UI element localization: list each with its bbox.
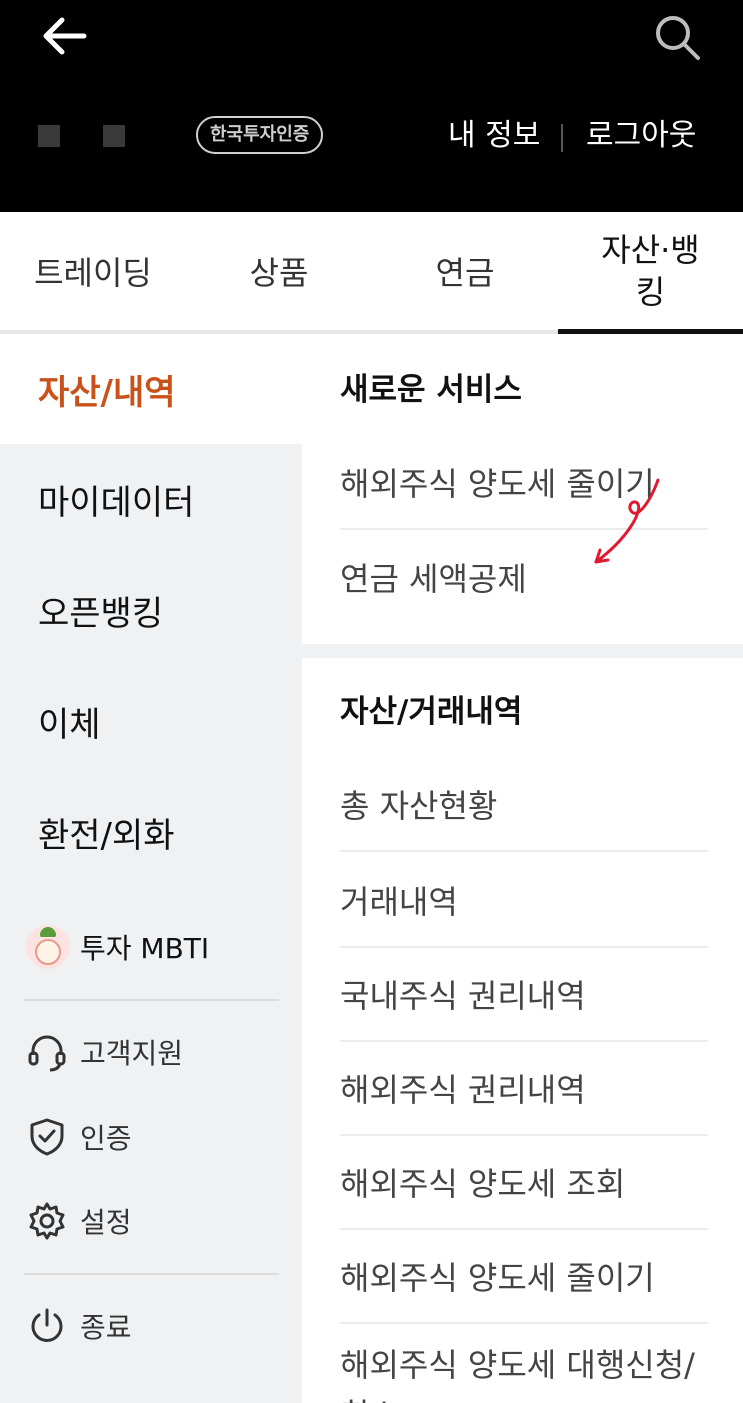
logout-link[interactable]: 로그아웃 [586,116,696,156]
menu-item-overseas-rights[interactable]: 해외주식 권리내역 [340,1042,708,1136]
sidebar: 자산/내역 마이데이터 오픈뱅킹 이체 환전/외화 투자 MBTI 고객지원 인… [0,334,302,1403]
asset-history-section: 자산/거래내역 총 자산현황 거래내역 국내주식 권리내역 해외주식 권리내역 … [302,658,743,1403]
section-title-asset-history: 자산/거래내역 [340,694,523,730]
new-services-section: 새로운 서비스 해외주식 양도세 줄이기 연금 세액공제 [302,334,743,644]
headset-icon [28,1035,66,1072]
mbti-character-icon [26,925,70,969]
sidebar-item-exchange[interactable]: 환전/외화 [0,777,302,888]
category-tabs: 트레이딩 상품 연금 자산·뱅 킹 [0,212,743,334]
placeholder-square [103,125,125,147]
sidebar-item-openbanking[interactable]: 오픈뱅킹 [0,555,302,666]
tab-pension[interactable]: 연금 [372,212,558,330]
menu-item-overseas-tax-inquiry[interactable]: 해외주식 양도세 조회 [340,1136,708,1230]
menu-item-reduce-overseas-tax[interactable]: 해외주식 양도세 줄이기 [340,436,708,530]
menu-item-transaction-history[interactable]: 거래내역 [340,854,708,948]
settings-label: 설정 [80,1206,132,1239]
tab-assets-label: 자산·뱅 킹 [601,231,700,311]
tab-products[interactable]: 상품 [186,212,372,330]
shield-check-icon [30,1118,64,1156]
section-title-new-services: 새로운 서비스 [340,372,522,408]
menu-item-overseas-tax-reduce[interactable]: 해외주식 양도세 줄이기 [340,1230,708,1324]
search-icon[interactable] [650,10,706,66]
sidebar-item-transfer[interactable]: 이체 [0,666,302,777]
cert-badge[interactable]: 한국투자인증 [196,116,324,154]
top-header: 한국투자인증 내 정보 로그아웃 [0,0,743,212]
my-info-link[interactable]: 내 정보 [448,116,540,156]
gear-icon [29,1202,65,1240]
tab-assets-banking[interactable]: 자산·뱅 킹 [558,212,743,334]
sidebar-item-assets-history[interactable]: 자산/내역 [0,334,302,444]
back-arrow-icon[interactable] [40,12,90,62]
support-link[interactable]: 고객지원 [26,1029,183,1075]
exit-label: 종료 [80,1311,132,1344]
sidebar-item-mydata[interactable]: 마이데이터 [0,444,302,555]
support-label: 고객지원 [80,1037,184,1070]
section-gap [302,644,743,658]
menu-item-total-assets[interactable]: 총 자산현황 [340,758,708,852]
auth-link[interactable]: 인증 [26,1114,132,1160]
exit-link[interactable]: 종료 [26,1303,132,1349]
sidebar-divider [24,1273,279,1275]
mbti-link[interactable]: 투자 MBTI [26,924,209,970]
tab-trading[interactable]: 트레이딩 [0,212,186,330]
header-divider [561,124,563,152]
menu-item-pension-tax-credit[interactable]: 연금 세액공제 [340,530,708,624]
auth-label: 인증 [80,1122,132,1155]
settings-link[interactable]: 설정 [26,1198,132,1244]
power-icon [31,1308,63,1342]
sidebar-divider [24,999,279,1001]
menu-item-domestic-rights[interactable]: 국내주식 권리내역 [340,948,708,1042]
mbti-label: 투자 MBTI [80,932,210,965]
placeholder-square [38,125,60,147]
menu-item-overseas-tax-agency[interactable]: 해외주식 양도세 대행신청/취소 [340,1324,708,1403]
